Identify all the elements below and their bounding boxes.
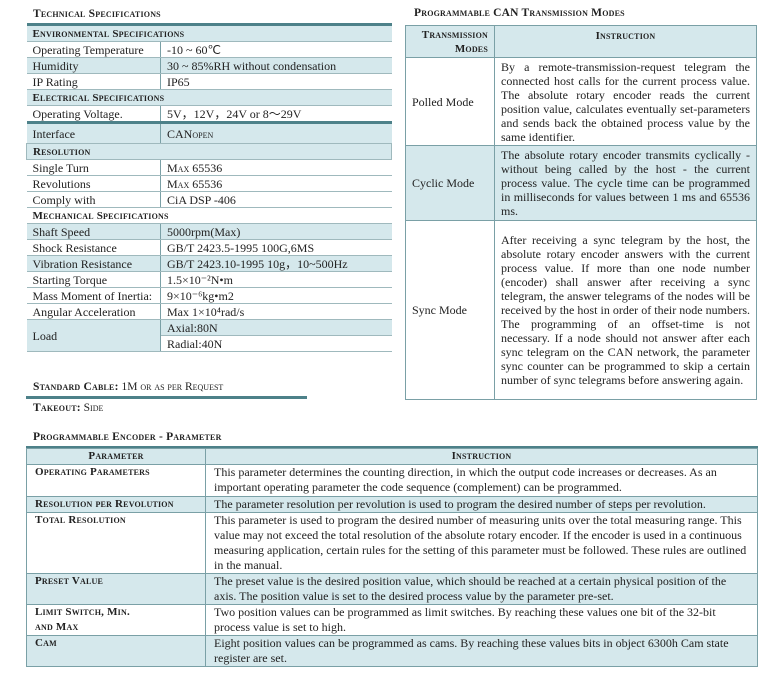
encoder-parameter-table: Parameter Instruction Operating Parameter… [26,448,758,667]
spec-label: Interface [26,122,161,144]
technical-specifications-title: Technical Specifications [33,8,161,20]
cable-label: Standard Cable: [33,381,119,393]
spec-value: 5000rpm(Max) [160,223,392,240]
parameter-description: Two position values can be programmed as… [205,604,758,636]
spec-label: Single Turn [26,159,161,176]
parameter-description: The preset value is the desired position… [205,573,758,605]
spec-value: -10 ~ 60℃ [160,41,392,58]
technical-specifications-table: Environmental Specifications Operating T… [26,23,392,352]
header-instruction: Instruction [205,448,758,465]
spec-label: Load [26,319,161,352]
can-modes-table: Transmission Modes Instruction Polled Mod… [405,25,757,400]
spec-label: IP Rating [26,73,161,90]
mode-name: Cyclic Mode [405,145,495,221]
spec-label: Operating Voltage. [26,105,161,123]
spec-label: Revolutions [26,175,161,192]
spec-label: Humidity [26,57,161,74]
encoder-parameter-title: Programmable Encoder - Parameter [33,431,222,443]
spec-label: Vibration Resistance [26,255,161,272]
spec-label: Operating Temperature [26,41,161,58]
takeout-value: Side [83,402,104,414]
parameter-name: Preset Value [26,573,206,605]
spec-value: 30 ~ 85%RH without condensation [160,57,392,74]
spec-label: Shock Resistance [26,239,161,256]
cable-value: 1M or as per Request [121,381,224,393]
parameter-name: Limit Switch, Min. and Max [26,604,206,636]
spec-value: Max 65536 [160,159,392,176]
spec-label: Angular Acceleration [26,303,161,320]
spec-label: Starting Torque [26,271,161,288]
mode-name: Sync Mode [405,220,495,400]
spec-label: Comply with [26,191,161,208]
section-header: Environmental Specifications [26,24,392,42]
can-modes-title: Programmable CAN Transmission Modes [414,7,625,19]
parameter-description: Eight position values can be programmed … [205,635,758,667]
electrical-heading: Electrical Specifications [26,89,392,106]
mode-description: The absolute rotary encoder transmits cy… [494,145,757,221]
parameter-name: Total Resolution [26,512,206,574]
spec-value: IP65 [160,73,392,90]
standard-cable: Standard Cable: 1M or as per Request [33,381,223,393]
parameter-description: This parameter determines the counting d… [205,464,758,497]
spec-label: Mass Moment of Inertia: [26,287,161,304]
spec-label: Shaft Speed [26,223,161,240]
spec-value: 9×10⁻⁶kg•m2 [160,287,392,304]
parameter-name: Cam [26,635,206,667]
resolution-heading: Resolution [26,143,392,160]
spec-value: Axial:80N [160,319,392,336]
spec-value: CANopen [160,122,392,144]
spec-value: GB/T 2423.5-1995 100G,6MS [160,239,392,256]
divider [26,396,307,399]
header-modes: Transmission Modes [405,25,495,58]
header-parameter: Parameter [26,448,206,465]
takeout: Takeout: Side [33,402,103,414]
header-instruction: Instruction [494,25,757,58]
mechanical-heading: Mechanical Specifications [26,207,392,224]
spec-value: Max 65536 [160,175,392,192]
parameter-description: This parameter is used to program the de… [205,512,758,574]
parameter-name: Operating Parameters [26,464,206,497]
takeout-label: Takeout: [33,402,81,414]
spec-value: Max 1×10⁴rad/s [160,303,392,320]
environmental-heading: Environmental Specifications [26,24,392,42]
spec-value: 1.5×10⁻²N•m [160,271,392,288]
mode-name: Polled Mode [405,57,495,146]
mode-description: After receiving a sync telegram by the h… [494,220,757,400]
spec-value: CiA DSP -406 [160,191,392,208]
mode-description: By a remote-transmission-request telegra… [494,57,757,146]
spec-value: Radial:40N [160,335,392,352]
spec-value: 5V，12V，24V or 8～29V [160,105,392,123]
parameter-description: The parameter resolution per revolution … [205,496,758,513]
spec-value: GB/T 2423.10-1995 10g，10~500Hz [160,255,392,272]
parameter-name: Resolution per Revolution [26,496,206,513]
